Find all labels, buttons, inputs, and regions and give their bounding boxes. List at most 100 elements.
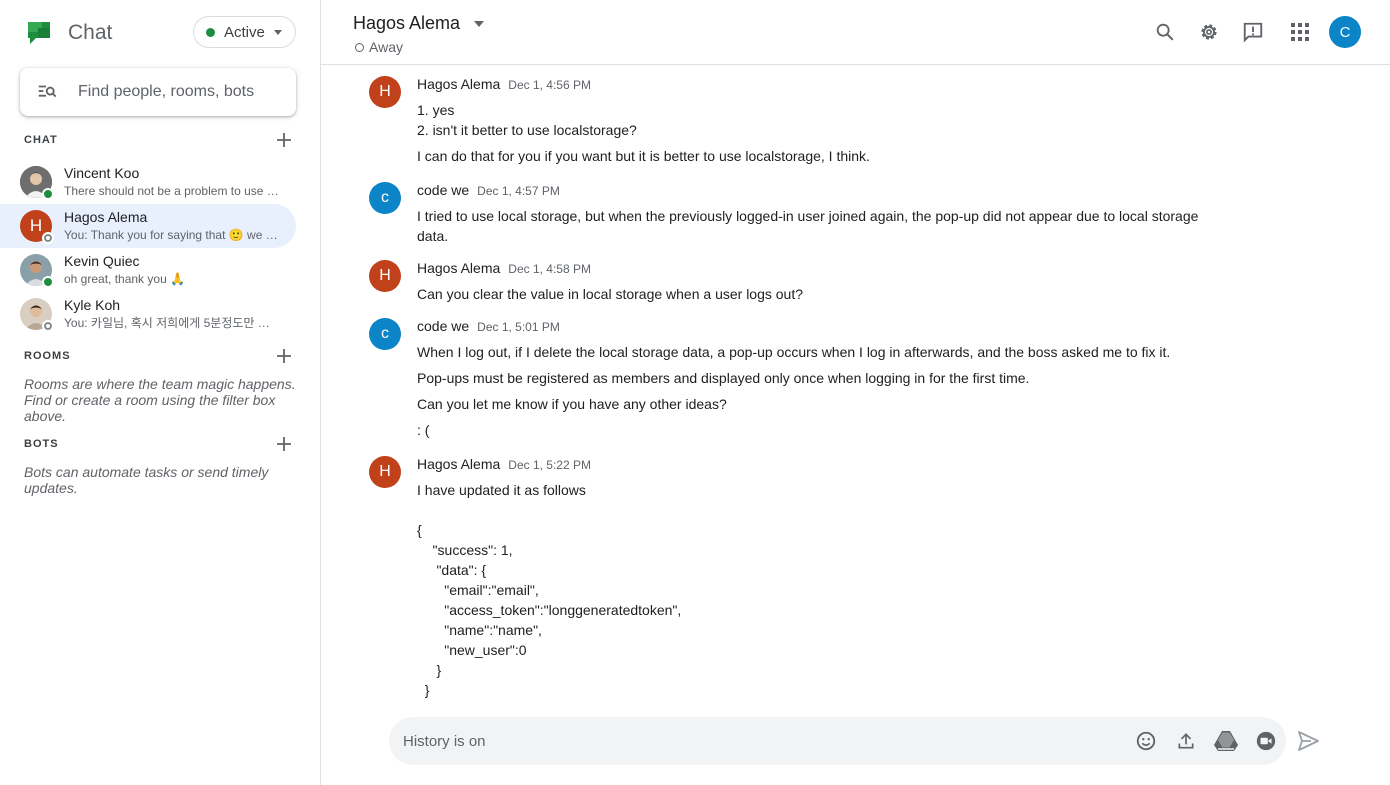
chat-section-header: CHAT: [24, 128, 296, 152]
add-bot-icon[interactable]: [272, 432, 296, 456]
message-line: Can you clear the value in local storage…: [417, 286, 804, 302]
drive-icon[interactable]: [1214, 729, 1238, 753]
message-line: When I log out, if I delete the local st…: [417, 344, 1171, 360]
presence-online-dot: [42, 188, 54, 200]
message-line: 1. yes: [417, 102, 455, 118]
dm-item-vincent-koo[interactable]: Vincent Koo There should not be a proble…: [0, 160, 296, 204]
conversation-status: Away: [355, 39, 403, 55]
message-line: I can do that for you if you want but it…: [417, 148, 870, 164]
dm-name: Kevin Quiec: [64, 253, 140, 269]
status-label: Active: [224, 23, 265, 41]
conversation-title-dropdown[interactable]: Hagos Alema: [353, 13, 485, 34]
message-time: Dec 1, 4:57 PM: [477, 184, 560, 198]
message-line: Pop-ups must be registered as members an…: [417, 370, 1030, 386]
message-composer: [389, 717, 1286, 765]
dm-item-hagos-alema[interactable]: H Hagos Alema You: Thank you for saying …: [0, 204, 296, 248]
message-avatar: c: [369, 182, 401, 214]
dm-snippet: You: 카일님, 혹시 저희에게 5분정도만 시간 내주실 수 있을까요: [64, 316, 280, 330]
filter-search-icon: [38, 85, 57, 98]
message-author: Hagos Alema: [417, 456, 501, 472]
chat-section-title: CHAT: [24, 134, 58, 146]
message-line: I tried to use local storage, but when t…: [417, 208, 1199, 244]
gear-icon[interactable]: [1193, 16, 1225, 48]
message-time: Dec 1, 4:56 PM: [508, 78, 591, 92]
code-line: }: [417, 682, 430, 698]
rooms-empty-note: Rooms are where the team magic happens. …: [24, 376, 296, 424]
sidebar: Chat Active CHAT: [0, 0, 321, 785]
account-avatar[interactable]: C: [1329, 16, 1361, 48]
dm-name: Hagos Alema: [64, 209, 148, 225]
bots-section-header: BOTS: [24, 432, 296, 456]
message-time: Dec 1, 4:58 PM: [508, 262, 591, 276]
chevron-down-icon: [474, 20, 485, 27]
apps-grid-icon[interactable]: [1284, 16, 1316, 48]
dm-list: Vincent Koo There should not be a proble…: [0, 160, 296, 336]
add-room-icon[interactable]: [272, 344, 296, 368]
message-author: code we: [417, 182, 470, 198]
chevron-down-icon: [273, 29, 282, 35]
code-line: {: [417, 522, 422, 538]
dm-name: Kyle Koh: [64, 297, 121, 313]
message-meta: code we Dec 1, 4:57 PM: [417, 182, 560, 198]
message-author: Hagos Alema: [417, 260, 501, 276]
message-avatar: c: [369, 318, 401, 350]
message-time: Dec 1, 5:22 PM: [508, 458, 591, 472]
message-line: Can you let me know if you have any othe…: [417, 396, 727, 412]
message-avatar: H: [369, 260, 401, 292]
message-line: : (: [417, 422, 430, 438]
avatar: [20, 254, 54, 288]
add-chat-icon[interactable]: [272, 128, 296, 152]
dm-snippet: There should not be a problem to use the…: [64, 184, 280, 198]
avatar: [20, 298, 54, 332]
message-avatar: H: [369, 76, 401, 108]
status-dropdown[interactable]: Active: [193, 16, 296, 48]
avatar: [20, 166, 54, 200]
away-status-icon: [355, 42, 364, 52]
presence-away-dot: [42, 320, 54, 332]
message-stream: H Hagos Alema Dec 1, 4:56 PM 1. yes 2. i…: [321, 66, 1390, 706]
message-time: Dec 1, 5:01 PM: [477, 320, 560, 334]
chat-app: Chat Active CHAT: [0, 0, 1390, 785]
dm-item-kevin-quiec[interactable]: Kevin Quiec oh great, thank you 🙏: [0, 248, 296, 292]
message-meta: Hagos Alema Dec 1, 4:56 PM: [417, 76, 591, 92]
search-input[interactable]: [78, 83, 278, 101]
conversation-status-label: Away: [369, 39, 403, 55]
bots-section-title: BOTS: [24, 438, 59, 450]
chat-logo-icon: [28, 22, 50, 44]
search-box[interactable]: [20, 68, 296, 116]
message-meta: Hagos Alema Dec 1, 4:58 PM: [417, 260, 591, 276]
code-line: "access_token":"longgeneratedtoken",: [417, 602, 682, 618]
send-icon[interactable]: [1296, 729, 1320, 753]
bots-empty-note: Bots can automate tasks or send timely u…: [24, 464, 269, 496]
avatar: H: [20, 210, 54, 244]
code-line: "email":"email",: [417, 582, 539, 598]
code-line: "new_user":0: [417, 642, 527, 658]
conversation-title: Hagos Alema: [353, 13, 461, 33]
meet-video-icon[interactable]: [1254, 729, 1278, 753]
rooms-section-header: ROOMS: [24, 344, 296, 368]
upload-icon[interactable]: [1174, 729, 1198, 753]
dm-snippet: oh great, thank you 🙏: [64, 272, 186, 286]
app-name: Chat: [68, 21, 113, 44]
code-line: }: [417, 662, 442, 678]
message-author: Hagos Alema: [417, 76, 501, 92]
message-input[interactable]: [403, 731, 1103, 751]
message-meta: Hagos Alema Dec 1, 5:22 PM: [417, 456, 591, 472]
rooms-section-title: ROOMS: [24, 350, 71, 362]
feedback-icon[interactable]: [1237, 16, 1269, 48]
search-icon[interactable]: [1149, 16, 1181, 48]
conversation-header: Hagos Alema Away C: [321, 0, 1390, 65]
code-line: "success": 1,: [417, 542, 513, 558]
dm-name: Vincent Koo: [64, 165, 140, 181]
message-meta: code we Dec 1, 5:01 PM: [417, 318, 560, 334]
message-author: code we: [417, 318, 470, 334]
active-status-dot: [206, 27, 215, 37]
dm-snippet: You: Thank you for saying that 🙂 we can …: [64, 228, 280, 242]
presence-online-dot: [42, 276, 54, 288]
message-avatar: H: [369, 456, 401, 488]
dm-item-kyle-koh[interactable]: Kyle Koh You: 카일님, 혹시 저희에게 5분정도만 시간 내주실 …: [0, 292, 296, 336]
emoji-icon[interactable]: [1134, 729, 1158, 753]
code-line: "name":"name",: [417, 622, 542, 638]
brand[interactable]: Chat: [24, 18, 112, 48]
message-line: I have updated it as follows: [417, 482, 586, 498]
